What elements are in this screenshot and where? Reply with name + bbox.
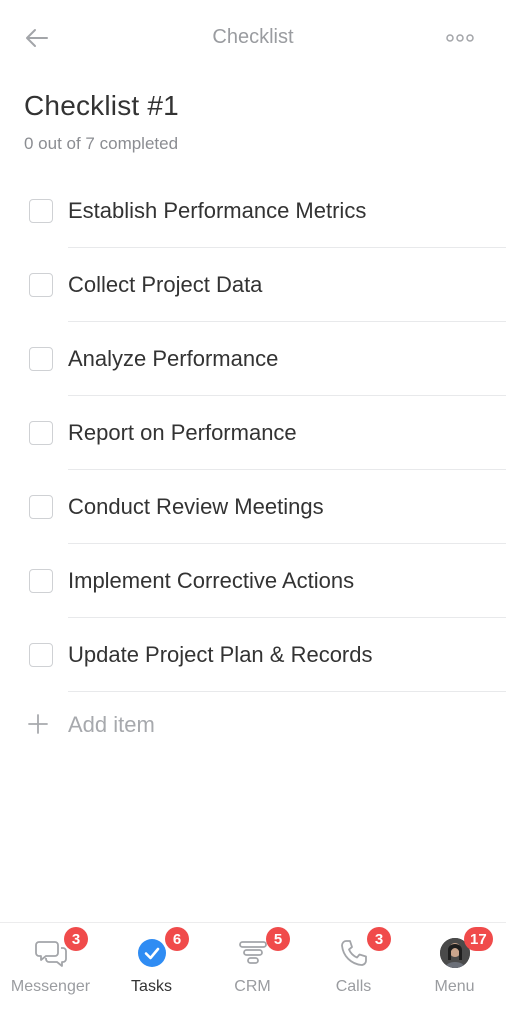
item-label[interactable]: Analyze Performance	[68, 346, 278, 372]
tab-tasks[interactable]: 6 Tasks	[101, 923, 202, 1024]
item-label[interactable]: Conduct Review Meetings	[68, 494, 324, 520]
tab-calls[interactable]: 3 Calls	[303, 923, 404, 1024]
tab-menu[interactable]: 17 Menu	[404, 923, 505, 1024]
badge-count: 6	[165, 927, 189, 951]
check-circle-icon	[135, 936, 169, 970]
plus-icon	[28, 714, 48, 734]
badge-count: 17	[464, 927, 493, 951]
list-item[interactable]: Implement Corrective Actions	[0, 544, 506, 618]
more-dots-icon	[446, 34, 474, 42]
item-checkbox[interactable]	[29, 569, 53, 593]
add-item-button[interactable]: Add item	[0, 692, 506, 756]
item-label[interactable]: Collect Project Data	[68, 272, 262, 298]
badge-count: 3	[367, 927, 391, 951]
tab-crm[interactable]: 5 CRM	[202, 923, 303, 1024]
checklist-screen: Checklist Checklist #1 0 out of 7 comple…	[0, 0, 506, 1024]
item-checkbox[interactable]	[29, 273, 53, 297]
chat-bubbles-icon	[34, 936, 68, 970]
phone-icon	[337, 936, 371, 970]
item-checkbox[interactable]	[29, 421, 53, 445]
checklist-title[interactable]: Checklist #1	[24, 90, 179, 122]
progress-text: 0 out of 7 completed	[24, 134, 179, 153]
tab-label: Menu	[434, 978, 475, 995]
funnel-icon	[236, 936, 270, 970]
item-checkbox[interactable]	[29, 643, 53, 667]
item-label[interactable]: Report on Performance	[68, 420, 297, 446]
list-item[interactable]: Update Project Plan & Records	[0, 618, 506, 692]
list-item[interactable]: Collect Project Data	[0, 248, 506, 322]
tab-label: Calls	[335, 978, 372, 995]
item-label[interactable]: Establish Performance Metrics	[68, 198, 366, 224]
more-button[interactable]	[440, 26, 480, 50]
badge-count: 5	[266, 927, 290, 951]
tab-label: Tasks	[131, 978, 172, 995]
bottom-tab-bar: 3 Messenger 6 Tasks 5 CRM 3 Calls 17 Men…	[0, 922, 506, 1024]
item-checkbox[interactable]	[29, 495, 53, 519]
item-label[interactable]: Update Project Plan & Records	[68, 642, 373, 668]
list-item[interactable]: Establish Performance Metrics	[0, 174, 506, 248]
header-bar: Checklist	[0, 0, 506, 78]
tab-label: Messenger	[10, 978, 91, 995]
header-title: Checklist	[212, 26, 294, 48]
checklist-items: Establish Performance Metrics Collect Pr…	[0, 174, 506, 692]
item-label[interactable]: Implement Corrective Actions	[68, 568, 354, 594]
add-item-label: Add item	[68, 712, 155, 737]
item-checkbox[interactable]	[29, 347, 53, 371]
item-checkbox[interactable]	[29, 199, 53, 223]
tab-label: CRM	[234, 978, 271, 995]
list-item[interactable]: Conduct Review Meetings	[0, 470, 506, 544]
tab-messenger[interactable]: 3 Messenger	[0, 923, 101, 1024]
list-item[interactable]: Analyze Performance	[0, 322, 506, 396]
list-item[interactable]: Report on Performance	[0, 396, 506, 470]
badge-count: 3	[64, 927, 88, 951]
